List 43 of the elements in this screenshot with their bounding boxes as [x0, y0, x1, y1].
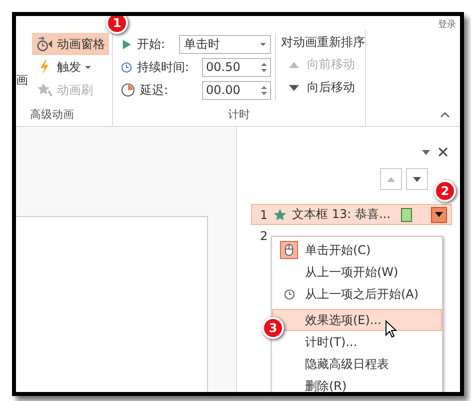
item-number: 2: [260, 228, 268, 242]
menu-item[interactable]: 删除(R): [272, 375, 442, 392]
down-triangle-icon: [289, 84, 299, 90]
step-badge: 1: [106, 16, 128, 34]
timeline-bar: [401, 208, 412, 222]
close-icon[interactable]: [438, 147, 448, 157]
collapse-ribbon-icon[interactable]: [440, 112, 450, 118]
item-dropdown-button[interactable]: [431, 206, 447, 222]
start-dropdown[interactable]: 单击时: [179, 34, 271, 54]
reorder-button[interactable]: [406, 168, 428, 190]
menu-item[interactable]: 隐藏高级日程表: [272, 353, 442, 375]
play-icon: [121, 38, 132, 50]
item-name: 文本框 13: 恭喜...: [292, 206, 390, 223]
ribbon-button[interactable]: 触发: [32, 56, 95, 78]
button-label: 画: [16, 72, 29, 89]
item-number: 1: [260, 208, 268, 222]
move-button[interactable]: 向后移动: [281, 78, 365, 97]
mouse-cursor-icon: [385, 320, 397, 338]
clock-icon: [284, 288, 294, 300]
spinner-field[interactable]: 00.50: [202, 58, 271, 76]
star-icon: [273, 208, 287, 222]
field-label: 开始:: [137, 36, 166, 52]
spinner-field[interactable]: 00.00: [202, 80, 271, 100]
menu-item[interactable]: 从上一项之后开始(A): [272, 283, 442, 305]
group-label: 高级动画: [30, 107, 74, 122]
group-label: 计时: [228, 107, 250, 122]
reorder-heading: 对动画重新排序: [281, 34, 365, 51]
animation-item[interactable]: 1 文本框 13: 恭喜...: [251, 204, 452, 225]
clock-icon: [36, 36, 53, 52]
delay-icon: [121, 83, 135, 97]
mouse-icon: [280, 241, 298, 259]
field-label: 持续时间:: [137, 58, 190, 76]
star-brush-icon: [36, 82, 53, 98]
menu-item[interactable]: 从上一项开始(W): [272, 261, 442, 283]
ribbon-button[interactable]: 动画窗格: [32, 33, 109, 55]
menu-item[interactable]: 单击开始(C): [272, 239, 442, 261]
sign-in-link[interactable]: 登录: [438, 20, 456, 30]
up-triangle-icon: [387, 176, 395, 182]
field-label: 延迟:: [140, 82, 168, 98]
down-triangle-icon: [413, 176, 421, 182]
up-triangle-icon: [289, 62, 299, 68]
pane-menu-icon[interactable]: [422, 150, 430, 154]
clock-icon: [121, 62, 132, 72]
